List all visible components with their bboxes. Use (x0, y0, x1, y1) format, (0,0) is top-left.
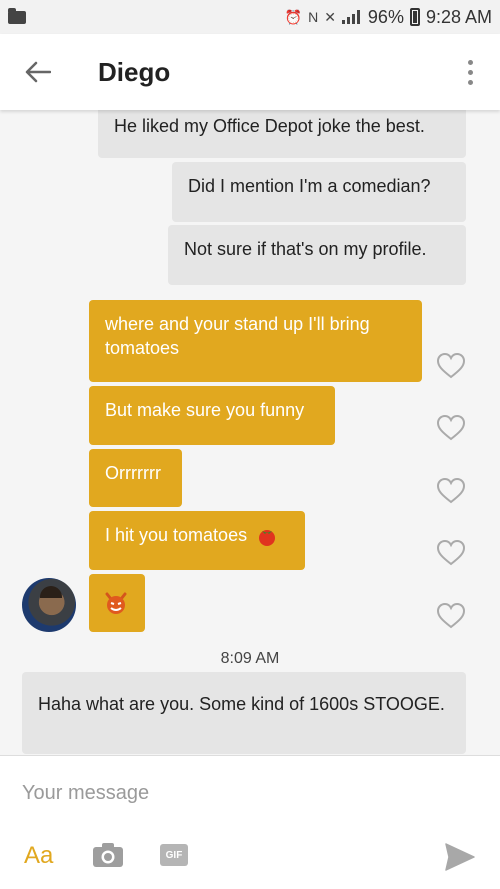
nfc-icon: N (308, 9, 319, 25)
dot (467, 69, 473, 75)
message-text: where and your stand up I'll bring tomat… (105, 314, 370, 358)
dot (467, 59, 473, 65)
message-bubble[interactable]: where and your stand up I'll bring tomat… (89, 300, 422, 382)
message-bubble[interactable]: Not sure if that's on my profile. (168, 225, 466, 285)
message-text: I hit you tomatoes (105, 525, 248, 545)
message-bubble[interactable]: Orrrrrrr (89, 449, 182, 507)
heart-icon[interactable] (436, 601, 466, 631)
dot (467, 79, 473, 85)
heart-icon[interactable] (436, 351, 466, 381)
battery-percent: 96% (367, 6, 404, 27)
back-button[interactable] (18, 52, 58, 92)
arrow-left-icon (25, 61, 51, 83)
devil-face-icon (105, 592, 127, 615)
more-options-button[interactable] (460, 52, 480, 92)
message-bubble[interactable]: Did I mention I'm a comedian? (172, 162, 466, 222)
message-bubble[interactable] (89, 574, 145, 632)
heart-icon[interactable] (436, 538, 466, 568)
message-text: He liked my Office Depot joke the best. (114, 116, 425, 136)
clock: 9:28 AM (425, 6, 492, 27)
status-bar: ⏰ N ✕ 96% 9:28 AM (0, 0, 500, 34)
message-list[interactable]: He liked my Office Depot joke the best. … (0, 110, 500, 755)
message-composer: Aa GIF (0, 755, 500, 889)
message-text: Orrrrrrr (105, 463, 161, 483)
tomato-icon (259, 530, 276, 547)
message-bubble[interactable]: He liked my Office Depot joke the best. (98, 110, 466, 158)
gif-button[interactable]: GIF (160, 844, 188, 866)
text-format-button[interactable]: Aa (24, 842, 53, 870)
message-bubble[interactable]: But make sure you funny (89, 386, 335, 445)
message-text: Did I mention I'm a comedian? (188, 176, 431, 196)
message-text: Haha what are you. Some kind of 1600s ST… (38, 694, 445, 714)
send-icon[interactable] (444, 842, 476, 872)
message-text: Not sure if that's on my profile. (184, 239, 427, 259)
incoming-message-bubble[interactable]: Haha what are you. Some kind of 1600s ST… (22, 672, 466, 754)
heart-icon[interactable] (436, 476, 466, 506)
message-input[interactable] (22, 778, 462, 808)
message-bubble[interactable]: I hit you tomatoes (89, 511, 305, 570)
signal-icon (341, 10, 362, 24)
message-text: But make sure you funny (105, 400, 305, 420)
battery-icon (409, 8, 420, 26)
camera-icon[interactable] (92, 842, 124, 868)
alarm-icon: ⏰ (284, 9, 303, 25)
conversation-header: Diego (0, 34, 500, 110)
contact-name: Diego (98, 56, 171, 87)
mute-icon: ✕ (324, 9, 336, 25)
message-timestamp: 8:09 AM (220, 650, 280, 667)
heart-icon[interactable] (436, 413, 466, 443)
folder-icon (8, 7, 26, 24)
contact-avatar[interactable] (22, 578, 76, 632)
